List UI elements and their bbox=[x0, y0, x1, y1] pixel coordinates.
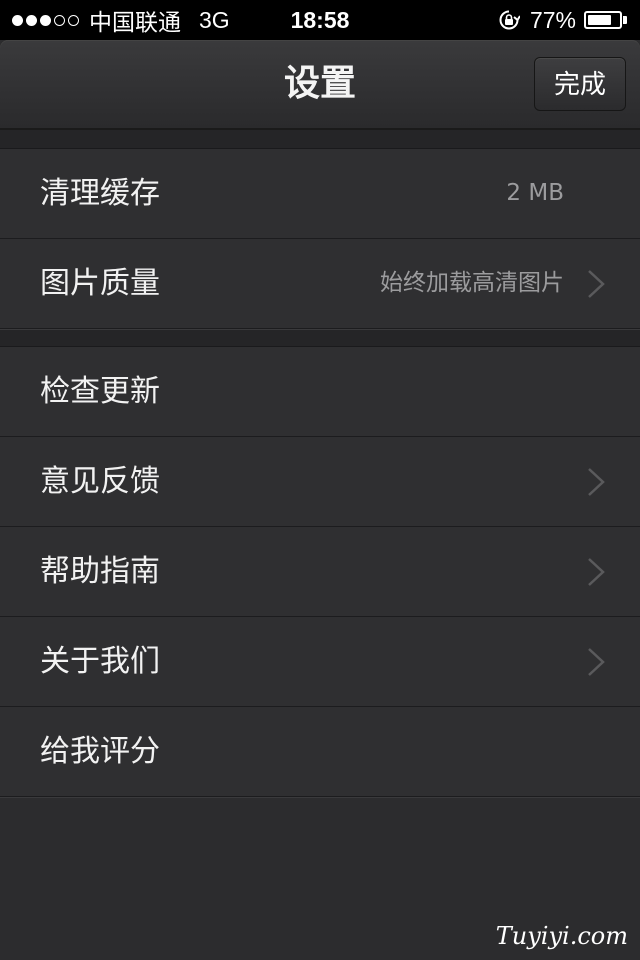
row-label: 检查更新 bbox=[40, 374, 160, 409]
row-label: 帮助指南 bbox=[40, 554, 160, 589]
watermark: Tuyiyi.com bbox=[495, 922, 628, 950]
signal-dot bbox=[26, 14, 37, 26]
chevron-right-icon bbox=[588, 648, 605, 676]
status-bar: 中国联通 3G 18:58 77% bbox=[0, 0, 640, 40]
section-separator bbox=[0, 329, 640, 347]
chevron-right-icon bbox=[588, 270, 605, 298]
row-label: 关于我们 bbox=[40, 644, 160, 679]
navigation-bar: 设置 完成 bbox=[0, 40, 640, 130]
settings-row-about-us[interactable]: 关于我们 bbox=[0, 617, 640, 707]
network-type: 3G bbox=[199, 6, 230, 33]
settings-list: 清理缓存 2 MB 图片质量 始终加载高清图片 检查更新 意见反馈 帮助指南 关… bbox=[0, 130, 640, 797]
battery-percent: 77% bbox=[529, 6, 576, 33]
signal-dot bbox=[40, 14, 51, 26]
carrier-name: 中国联通 bbox=[89, 9, 181, 35]
battery-fill bbox=[588, 15, 612, 25]
status-bar-left: 中国联通 3G bbox=[12, 0, 230, 40]
rotation-lock-icon bbox=[499, 10, 520, 30]
cache-size-value: 2 MB bbox=[506, 180, 564, 206]
section-separator bbox=[0, 130, 640, 149]
settings-row-rate-us[interactable]: 给我评分 bbox=[0, 707, 640, 797]
row-label: 清理缓存 bbox=[40, 176, 160, 211]
settings-row-help-guide[interactable]: 帮助指南 bbox=[0, 527, 640, 617]
signal-dot bbox=[68, 14, 79, 26]
settings-row-image-quality[interactable]: 图片质量 始终加载高清图片 bbox=[0, 239, 640, 329]
chevron-right-icon bbox=[588, 558, 605, 586]
signal-dot bbox=[54, 14, 65, 26]
settings-row-clear-cache[interactable]: 清理缓存 2 MB bbox=[0, 149, 640, 239]
image-quality-value: 始终加载高清图片 bbox=[380, 270, 564, 296]
signal-dot bbox=[12, 14, 23, 26]
done-button[interactable]: 完成 bbox=[534, 57, 626, 111]
settings-row-feedback[interactable]: 意见反馈 bbox=[0, 437, 640, 527]
battery-tip bbox=[623, 16, 627, 24]
row-label: 给我评分 bbox=[40, 734, 160, 769]
status-bar-right: 77% bbox=[498, 0, 628, 40]
chevron-right-icon bbox=[588, 468, 605, 496]
row-label: 意见反馈 bbox=[40, 464, 160, 499]
settings-row-check-update[interactable]: 检查更新 bbox=[0, 347, 640, 437]
signal-strength-icon bbox=[12, 14, 79, 26]
battery-body bbox=[584, 11, 622, 29]
row-label: 图片质量 bbox=[40, 266, 160, 301]
battery-icon bbox=[584, 10, 628, 30]
